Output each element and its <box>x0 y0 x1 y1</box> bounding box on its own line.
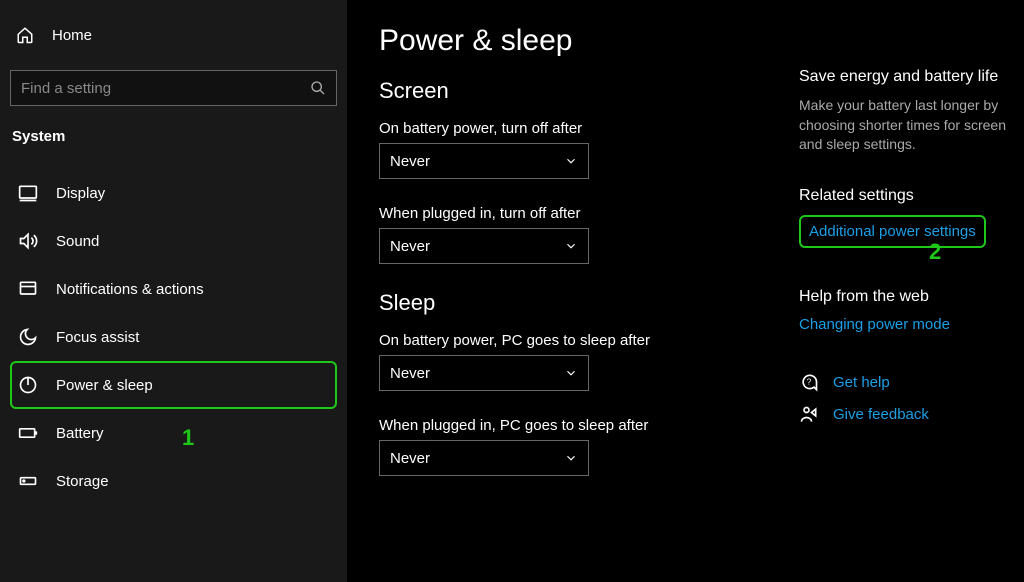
sidebar-item-home[interactable]: Home <box>10 18 337 52</box>
screen-plugged-label: When plugged in, turn off after <box>379 205 729 222</box>
feedback-icon <box>799 405 819 425</box>
sidebar-item-label: Power & sleep <box>56 377 153 394</box>
sidebar-item-sound[interactable]: Sound <box>10 217 337 265</box>
screen-battery-select[interactable]: Never <box>379 143 589 179</box>
annotation-marker-2: 2 <box>929 239 941 265</box>
search-box[interactable] <box>10 70 337 106</box>
battery-icon <box>18 423 38 443</box>
webhelp-title: Help from the web <box>799 288 1024 306</box>
screen-plugged-select[interactable]: Never <box>379 228 589 264</box>
svg-text:?: ? <box>807 376 812 386</box>
sidebar-item-label: Display <box>56 185 105 202</box>
related-link-additional-power[interactable]: Additional power settings <box>799 215 986 248</box>
main-content: Power & sleep Screen On battery power, t… <box>347 0 1024 582</box>
webhelp-link-changing-power-mode[interactable]: Changing power mode <box>799 316 950 333</box>
sleep-plugged-label: When plugged in, PC goes to sleep after <box>379 417 729 434</box>
search-input[interactable] <box>21 80 310 97</box>
get-help-link[interactable]: Get help <box>833 374 890 391</box>
display-icon <box>18 183 38 203</box>
home-icon <box>16 26 34 44</box>
screen-battery-label: On battery power, turn off after <box>379 120 729 137</box>
related-settings-title: Related settings <box>799 187 1024 205</box>
sidebar-item-battery[interactable]: Battery <box>10 409 337 457</box>
sidebar-section-label: System <box>12 128 337 145</box>
sidebar-item-label: Storage <box>56 473 109 490</box>
section-sleep-heading: Sleep <box>379 290 729 316</box>
chevron-down-icon <box>564 451 578 465</box>
right-column: Save energy and battery life Make your b… <box>799 68 1024 582</box>
sidebar-item-power-sleep[interactable]: Power & sleep <box>10 361 337 409</box>
sidebar-item-display[interactable]: Display <box>10 169 337 217</box>
notifications-icon <box>18 279 38 299</box>
storage-icon <box>18 471 38 491</box>
give-feedback-link[interactable]: Give feedback <box>833 406 929 423</box>
chevron-down-icon <box>564 239 578 253</box>
sidebar: Home System Display Sound Notifications … <box>0 0 347 582</box>
select-value: Never <box>390 450 430 467</box>
give-feedback-row[interactable]: Give feedback <box>799 405 1024 425</box>
sidebar-item-label: Battery <box>56 425 104 442</box>
section-screen-heading: Screen <box>379 78 729 104</box>
home-label: Home <box>52 27 92 44</box>
annotation-marker-1: 1 <box>182 425 194 451</box>
chat-help-icon: ? <box>799 373 819 393</box>
energy-text: Make your battery last longer by choosin… <box>799 96 1024 155</box>
select-value: Never <box>390 238 430 255</box>
sidebar-item-notifications[interactable]: Notifications & actions <box>10 265 337 313</box>
select-value: Never <box>390 153 430 170</box>
chevron-down-icon <box>564 366 578 380</box>
get-help-row[interactable]: ? Get help <box>799 373 1024 393</box>
sidebar-item-focus-assist[interactable]: Focus assist <box>10 313 337 361</box>
energy-title: Save energy and battery life <box>799 68 1024 86</box>
sidebar-list: Display Sound Notifications & actions Fo… <box>10 169 337 505</box>
select-value: Never <box>390 365 430 382</box>
sidebar-item-storage[interactable]: Storage <box>10 457 337 505</box>
sidebar-item-label: Notifications & actions <box>56 281 204 298</box>
sleep-battery-select[interactable]: Never <box>379 355 589 391</box>
sound-icon <box>18 231 38 251</box>
sidebar-item-label: Focus assist <box>56 329 139 346</box>
page-title: Power & sleep <box>379 24 729 58</box>
sidebar-item-label: Sound <box>56 233 99 250</box>
sleep-battery-label: On battery power, PC goes to sleep after <box>379 332 729 349</box>
sleep-plugged-select[interactable]: Never <box>379 440 589 476</box>
search-icon <box>310 80 326 96</box>
settings-column: Power & sleep Screen On battery power, t… <box>379 24 729 582</box>
moon-icon <box>18 327 38 347</box>
power-icon <box>18 375 38 395</box>
chevron-down-icon <box>564 154 578 168</box>
